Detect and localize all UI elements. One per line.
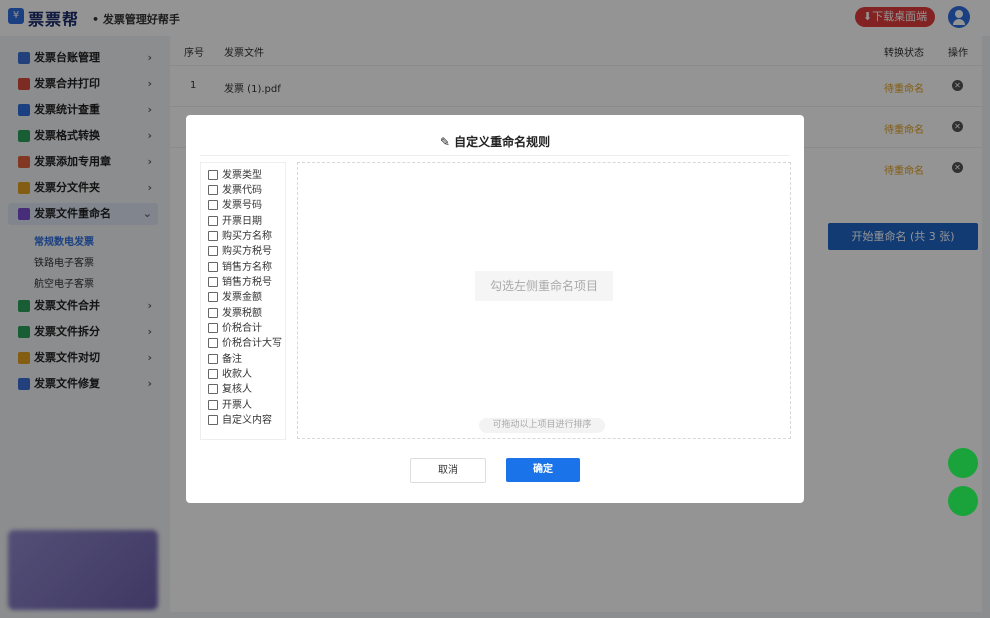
link-icon[interactable]: [948, 486, 978, 516]
dialog-title: ✎ 自定义重命名规则: [439, 135, 551, 149]
drop-hint: 勾选左侧重命名项目: [475, 271, 613, 301]
checkbox-issuer[interactable]: 开票人: [208, 399, 252, 413]
checkbox-invoice-type[interactable]: 发票类型: [208, 169, 262, 183]
confirm-button[interactable]: 确定: [506, 458, 580, 482]
checkbox-custom-content[interactable]: 自定义内容: [208, 414, 272, 428]
checkbox-seller-name[interactable]: 销售方名称: [208, 261, 272, 275]
wechat-icon[interactable]: [948, 448, 978, 478]
checkbox-total[interactable]: 价税合计: [208, 322, 262, 336]
checkbox-invoice-number[interactable]: 发票号码: [208, 199, 262, 213]
rename-drop-area[interactable]: 勾选左侧重命名项目 可拖动以上项目进行排序: [297, 162, 791, 439]
field-checkbox-list: 发票类型 发票代码 发票号码 开票日期 购买方名称 购买方税号 销售方名称 销售…: [200, 162, 286, 440]
checkbox-remark[interactable]: 备注: [208, 353, 242, 367]
checkbox-reviewer[interactable]: 复核人: [208, 383, 252, 397]
cancel-button[interactable]: 取消: [410, 458, 486, 483]
checkbox-issue-date[interactable]: 开票日期: [208, 215, 262, 229]
rename-rules-dialog: ✎ 自定义重命名规则 发票类型 发票代码 发票号码 开票日期 购买方名称 购买方…: [186, 115, 804, 503]
checkbox-invoice-code[interactable]: 发票代码: [208, 184, 262, 198]
divider: [200, 155, 790, 156]
sort-hint: 可拖动以上项目进行排序: [479, 418, 605, 433]
checkbox-buyer-name[interactable]: 购买方名称: [208, 230, 272, 244]
checkbox-amount[interactable]: 发票金额: [208, 291, 262, 305]
checkbox-seller-tax-id[interactable]: 销售方税号: [208, 276, 272, 290]
checkbox-total-uppercase[interactable]: 价税合计大写: [208, 337, 282, 351]
checkbox-tax-amount[interactable]: 发票税额: [208, 307, 262, 321]
checkbox-payee[interactable]: 收款人: [208, 368, 252, 382]
checkbox-buyer-tax-id[interactable]: 购买方税号: [208, 245, 272, 259]
